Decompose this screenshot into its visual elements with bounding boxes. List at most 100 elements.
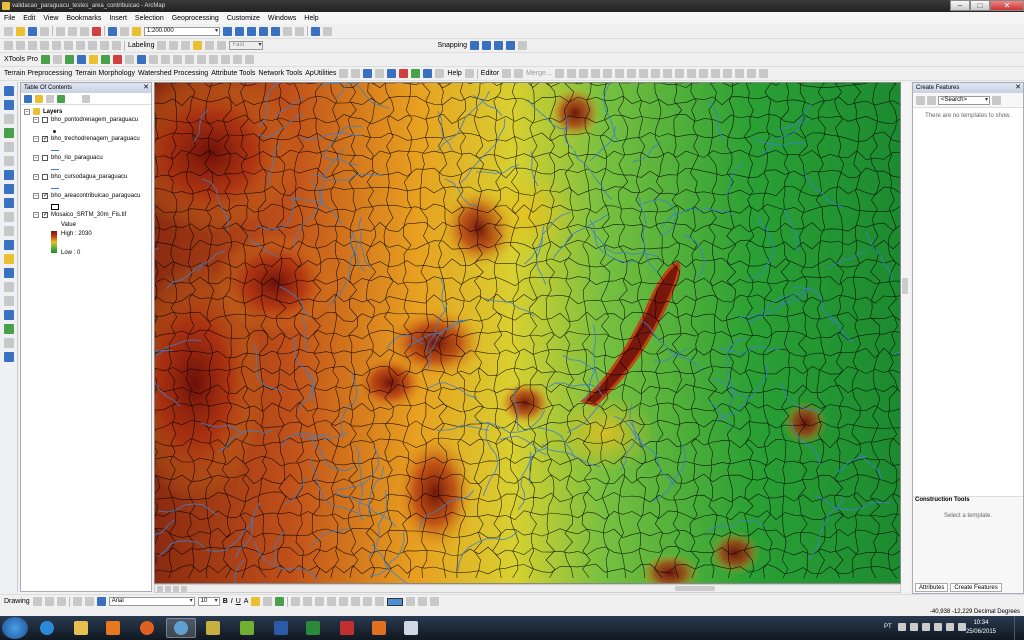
table-of-contents-icon[interactable]: [235, 26, 244, 36]
collapse-icon[interactable]: −: [33, 117, 39, 123]
tab-attributes[interactable]: Attributes: [915, 583, 949, 592]
taskbar-document-button[interactable]: [396, 618, 426, 638]
search-icon[interactable]: [992, 95, 1001, 105]
create-features-close-icon[interactable]: ✕: [1015, 83, 1021, 93]
advanced-editing-icon[interactable]: [554, 69, 564, 78]
menu-terrain-morphology[interactable]: Terrain Morphology: [75, 70, 135, 77]
toolbar-options-icon[interactable]: [430, 597, 440, 606]
map-canvas[interactable]: [155, 83, 901, 584]
select-icon[interactable]: [375, 69, 385, 78]
vertex-snapping-icon[interactable]: [494, 41, 504, 50]
copy-features-icon[interactable]: [566, 69, 576, 78]
position-icon[interactable]: [375, 597, 385, 606]
menu-aputilities[interactable]: ApUtilities: [305, 70, 336, 77]
layer-visibility-checkbox[interactable]: ✓: [42, 193, 48, 199]
fixed-zoom-out-icon[interactable]: [4, 156, 14, 166]
font-name-combo[interactable]: Arial: [108, 597, 195, 606]
grid-icon[interactable]: [172, 55, 182, 64]
trace-icon[interactable]: [363, 69, 373, 78]
collapse-icon[interactable]: −: [33, 193, 39, 199]
copy-icon[interactable]: [68, 26, 77, 36]
generalize-icon[interactable]: [638, 69, 648, 78]
underline-button[interactable]: U: [236, 598, 241, 605]
validate-icon[interactable]: [674, 69, 684, 78]
html-popup-icon[interactable]: [4, 268, 14, 278]
template-list[interactable]: [913, 107, 1023, 497]
flag-icon[interactable]: [946, 623, 954, 631]
viewer-window-icon[interactable]: [4, 352, 14, 362]
go-to-xy-icon[interactable]: [4, 324, 14, 334]
menu-geoprocessing[interactable]: Geoprocessing: [172, 15, 219, 22]
vertical-scrollbar[interactable]: [901, 82, 910, 592]
batch-icon[interactable]: [435, 69, 445, 78]
layer-row-pontodrenagem[interactable]: − bho_pontodrenagem_paraguacu: [33, 117, 138, 123]
taskbar-access-button[interactable]: [332, 618, 362, 638]
italic-button[interactable]: I: [231, 598, 233, 605]
import-icon[interactable]: [220, 55, 230, 64]
edit-vertices-icon[interactable]: [502, 69, 512, 78]
flip-icon[interactable]: [363, 597, 373, 606]
sketch-properties-icon[interactable]: [100, 41, 109, 50]
toc-close-icon[interactable]: ✕: [143, 83, 149, 93]
text-tool-icon[interactable]: [84, 597, 94, 606]
font-size-combo[interactable]: 10: [197, 597, 220, 606]
geometry-icon[interactable]: [196, 55, 206, 64]
table-tools-icon[interactable]: [52, 55, 62, 64]
maximize-button[interactable]: □: [970, 0, 990, 11]
line-color-icon[interactable]: [263, 597, 273, 606]
layer-visibility-checkbox[interactable]: [42, 155, 48, 161]
cogo-icon[interactable]: [722, 69, 732, 78]
network-trace-icon[interactable]: [423, 69, 433, 78]
organize-templates-icon[interactable]: [916, 95, 925, 105]
rotate-icon[interactable]: [44, 597, 54, 606]
split-icon[interactable]: [64, 41, 73, 50]
new-icon[interactable]: [4, 26, 13, 36]
layer-visibility-checkbox[interactable]: [42, 117, 48, 123]
snapping-options-icon[interactable]: [518, 41, 528, 50]
line-intersection-icon[interactable]: [614, 69, 624, 78]
select-elements-icon[interactable]: [4, 226, 14, 236]
menu-insert[interactable]: Insert: [109, 15, 127, 22]
input-language[interactable]: PT: [884, 624, 892, 630]
tools-icon[interactable]: [160, 55, 170, 64]
identify-icon[interactable]: [4, 240, 14, 250]
color-swatch[interactable]: [387, 597, 404, 606]
tray-app-icon[interactable]: [922, 623, 930, 631]
spatial-adjustment-icon[interactable]: [710, 69, 720, 78]
menu-edit[interactable]: Edit: [23, 15, 35, 22]
point-delineation-icon[interactable]: [351, 69, 361, 78]
model-builder-icon[interactable]: [295, 26, 304, 36]
layers-root[interactable]: − Layers: [24, 108, 62, 115]
edit-annotation-icon[interactable]: [16, 41, 25, 50]
add-data-icon[interactable]: [132, 26, 141, 36]
error-inspector-icon[interactable]: [686, 69, 696, 78]
taskbar-qgis-button[interactable]: [232, 618, 262, 638]
pause-labeling-icon[interactable]: [205, 41, 215, 50]
fillet-icon[interactable]: [578, 69, 588, 78]
label-priority-icon[interactable]: [169, 41, 179, 50]
measure-icon[interactable]: [4, 282, 14, 292]
hydro-icon[interactable]: [387, 69, 397, 78]
open-icon[interactable]: [16, 26, 25, 36]
collapse-icon[interactable]: −: [33, 136, 39, 142]
template-search-input[interactable]: <Search>: [938, 95, 990, 105]
erase-icon[interactable]: [112, 55, 122, 64]
layer-row-srtm[interactable]: − ✓ Mosaico_SRTM_30m_Fis.tif: [33, 212, 126, 218]
flag-icon[interactable]: [399, 69, 409, 78]
delete-icon[interactable]: [92, 26, 101, 36]
distribute-icon[interactable]: [303, 597, 313, 606]
catalog-icon[interactable]: [247, 26, 256, 36]
layer-visibility-checkbox[interactable]: ✓: [42, 212, 48, 218]
merge-menu[interactable]: Merge...: [526, 70, 552, 77]
labeling-menu[interactable]: Labeling: [128, 42, 154, 49]
network-icon[interactable]: [934, 623, 942, 631]
export-icon[interactable]: [208, 55, 218, 64]
straight-segment-icon[interactable]: [28, 41, 37, 50]
volume-icon[interactable]: [958, 623, 966, 631]
minimize-button[interactable]: –: [950, 0, 970, 11]
tray-app-icon[interactable]: [898, 623, 906, 631]
nudge-icon[interactable]: [351, 597, 361, 606]
label-speed-combo[interactable]: Fast: [229, 41, 264, 50]
ungroup-icon[interactable]: [327, 597, 337, 606]
collapse-icon[interactable]: −: [33, 155, 39, 161]
